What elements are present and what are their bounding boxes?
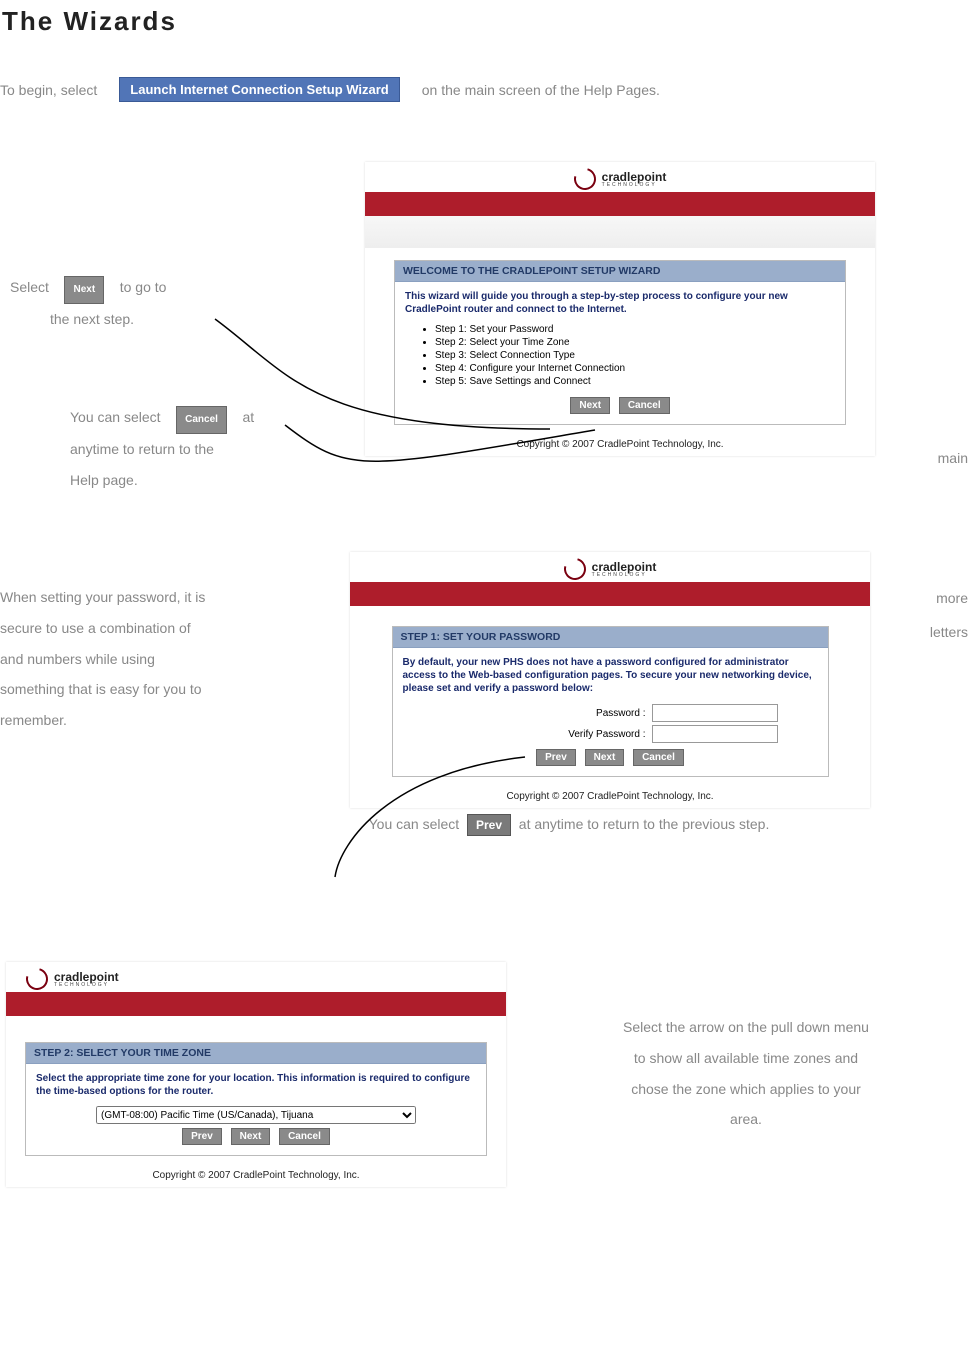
wizard-welcome-box: WELCOME TO THE CRADLEPOINT SETUP WIZARD … bbox=[394, 260, 846, 425]
wizard-prev-button[interactable]: Prev bbox=[182, 1128, 222, 1145]
wizard-step: Step 2: Select your Time Zone bbox=[435, 337, 835, 348]
wizard-password-desc: By default, your new PHS does not have a… bbox=[403, 656, 818, 695]
panel-password: cradlepoint TECHNOLOGY STEP 1: SET YOUR … bbox=[350, 552, 870, 808]
intro-after: on the main screen of the Help Pages. bbox=[422, 82, 660, 98]
red-bar bbox=[350, 582, 870, 606]
launch-wizard-button[interactable]: Launch Internet Connection Setup Wizard bbox=[119, 77, 399, 102]
wizard-prev-button[interactable]: Prev bbox=[536, 749, 576, 766]
wizard-cancel-button[interactable]: Cancel bbox=[279, 1128, 330, 1145]
wizard-steps-list: Step 1: Set your Password Step 2: Select… bbox=[435, 324, 835, 387]
intro-row: To begin, select Launch Internet Connect… bbox=[0, 77, 968, 102]
copyright: Copyright © 2007 CradlePoint Technology,… bbox=[6, 1156, 506, 1187]
pw-note-1: When setting your password, it is bbox=[0, 582, 330, 613]
logo-sub: TECHNOLOGY bbox=[592, 572, 657, 578]
panel-welcome: cradlepoint TECHNOLOGY WELCOME TO THE CR… bbox=[365, 162, 875, 456]
note-next-after: to go to bbox=[120, 279, 167, 295]
wizard-password-title: STEP 1: SET YOUR PASSWORD bbox=[393, 627, 828, 648]
page-title: The Wizards bbox=[0, 6, 968, 37]
prev-note-after: at anytime to return to the previous ste… bbox=[519, 816, 770, 832]
prev-note-before: You can select bbox=[369, 816, 460, 832]
cradlepoint-logo: cradlepoint TECHNOLOGY bbox=[564, 558, 657, 580]
section-password: When setting your password, it is secure… bbox=[0, 552, 968, 892]
password-label: Password : bbox=[536, 708, 646, 719]
wizard-step: Step 3: Select Connection Type bbox=[435, 350, 835, 361]
wizard-timezone-title: STEP 2: SELECT YOUR TIME ZONE bbox=[26, 1043, 486, 1064]
logo-swirl-icon bbox=[22, 964, 52, 994]
wizard-next-button[interactable]: Next bbox=[570, 397, 610, 414]
logo-swirl-icon bbox=[560, 554, 590, 584]
note-prev: You can select Prev at anytime to return… bbox=[170, 816, 968, 832]
wizard-next-button[interactable]: Next bbox=[231, 1128, 271, 1145]
wizard-next-button[interactable]: Next bbox=[585, 749, 625, 766]
cancel-button-inline[interactable]: Cancel bbox=[176, 406, 227, 434]
panel-logo-row: cradlepoint TECHNOLOGY bbox=[365, 162, 875, 192]
wizard-step: Step 1: Set your Password bbox=[435, 324, 835, 335]
note-timezone: Select the arrow on the pull down menu t… bbox=[536, 1012, 956, 1135]
verify-password-label: Verify Password : bbox=[536, 729, 646, 740]
intro-before: To begin, select bbox=[0, 82, 97, 98]
word-letters: letters bbox=[930, 624, 968, 640]
note-password: When setting your password, it is secure… bbox=[0, 582, 330, 736]
section-welcome: Select Next to go to the next step. You … bbox=[0, 162, 968, 482]
note-cancel-before: You can select bbox=[70, 409, 161, 425]
wizard-welcome-desc: This wizard will guide you through a ste… bbox=[405, 290, 835, 316]
panel-timezone: cradlepoint TECHNOLOGY STEP 2: SELECT YO… bbox=[6, 962, 506, 1187]
note-cancel: You can select Cancel at anytime to retu… bbox=[70, 402, 320, 496]
logo-swirl-icon bbox=[570, 164, 600, 194]
cradlepoint-logo: cradlepoint TECHNOLOGY bbox=[26, 968, 119, 990]
wizard-timezone-desc: Select the appropriate time zone for you… bbox=[36, 1072, 476, 1098]
timezone-select[interactable]: (GMT-08:00) Pacific Time (US/Canada), Ti… bbox=[96, 1106, 416, 1124]
wizard-step: Step 4: Configure your Internet Connecti… bbox=[435, 363, 835, 374]
tz-note-3: chose the zone which applies to your bbox=[536, 1074, 956, 1105]
word-main: main bbox=[938, 450, 968, 466]
wizard-step: Step 5: Save Settings and Connect bbox=[435, 376, 835, 387]
note-cancel-after: at bbox=[242, 409, 254, 425]
wizard-cancel-button[interactable]: Cancel bbox=[633, 749, 684, 766]
copyright: Copyright © 2007 CradlePoint Technology,… bbox=[365, 425, 875, 456]
section-timezone: cradlepoint TECHNOLOGY STEP 2: SELECT YO… bbox=[0, 962, 968, 1187]
wizard-timezone-box: STEP 2: SELECT YOUR TIME ZONE Select the… bbox=[25, 1042, 487, 1156]
next-button-inline[interactable]: Next bbox=[64, 276, 104, 304]
panel-logo-row: cradlepoint TECHNOLOGY bbox=[6, 962, 506, 992]
tz-note-4: area. bbox=[536, 1104, 956, 1135]
prev-button-inline[interactable]: Prev bbox=[467, 814, 511, 836]
logo-sub: TECHNOLOGY bbox=[602, 182, 667, 188]
pw-note-3: and numbers while using bbox=[0, 644, 330, 675]
note-cancel-line2: anytime to return to the bbox=[70, 434, 320, 465]
pw-note-4: something that is easy for you to bbox=[0, 674, 330, 705]
pw-note-5: remember. bbox=[0, 705, 330, 736]
cradlepoint-logo: cradlepoint TECHNOLOGY bbox=[574, 168, 667, 190]
pw-note-2: secure to use a combination of bbox=[0, 613, 330, 644]
red-bar bbox=[365, 192, 875, 216]
logo-sub: TECHNOLOGY bbox=[54, 982, 119, 988]
panel-logo-row: cradlepoint TECHNOLOGY bbox=[350, 552, 870, 582]
tz-note-2: to show all available time zones and bbox=[536, 1043, 956, 1074]
red-bar bbox=[6, 992, 506, 1016]
tz-note-1: Select the arrow on the pull down menu bbox=[536, 1012, 956, 1043]
note-next-before: Select bbox=[10, 279, 49, 295]
note-cancel-line3: Help page. bbox=[70, 465, 320, 496]
wizard-welcome-title: WELCOME TO THE CRADLEPOINT SETUP WIZARD bbox=[395, 261, 845, 282]
password-input[interactable] bbox=[652, 704, 778, 722]
wizard-password-box: STEP 1: SET YOUR PASSWORD By default, yo… bbox=[392, 626, 829, 777]
copyright: Copyright © 2007 CradlePoint Technology,… bbox=[350, 777, 870, 808]
word-more: more bbox=[936, 590, 968, 606]
note-next: Select Next to go to the next step. bbox=[10, 272, 330, 335]
product-banner bbox=[365, 216, 875, 248]
wizard-cancel-button[interactable]: Cancel bbox=[619, 397, 670, 414]
verify-password-input[interactable] bbox=[652, 725, 778, 743]
note-next-line2: the next step. bbox=[10, 304, 330, 335]
